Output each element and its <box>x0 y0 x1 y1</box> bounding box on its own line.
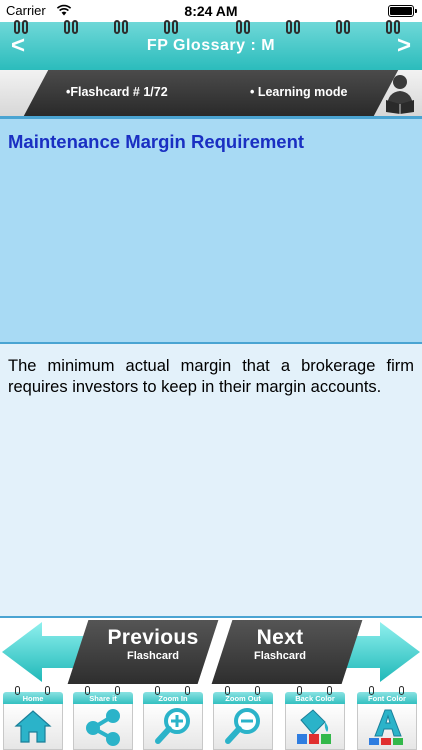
next-button-labels[interactable]: Next Flashcard <box>215 620 345 684</box>
next-sublabel: Flashcard <box>254 650 306 662</box>
zoom-out-label: Zoom Out <box>225 694 261 703</box>
spiral-ring <box>114 20 120 34</box>
zoom-in-icon <box>155 708 190 744</box>
flashcard-counter: •Flashcard # 1/72 <box>66 85 168 99</box>
font-color-label: Font Color <box>368 694 406 703</box>
flashcard-navigation: Previous Flashcard Next Flashcard <box>0 618 422 686</box>
definition-panel: The minimum actual margin that a brokera… <box>0 344 422 618</box>
learning-mode-label: • Learning mode <box>250 85 348 99</box>
reader-icon <box>386 75 414 114</box>
info-bar: •Flashcard # 1/72 • Learning mode <box>0 70 422 116</box>
definition-text: The minimum actual margin that a brokera… <box>8 357 414 396</box>
spiral-ring <box>72 20 78 34</box>
term-panel: Maintenance Margin Requirement <box>0 116 422 344</box>
share-icon <box>86 709 120 746</box>
zoom-in-label: Zoom In <box>158 694 188 703</box>
next-label: Next <box>256 626 304 649</box>
spiral-ring <box>344 20 350 34</box>
spiral-ring <box>244 20 250 34</box>
spiral-ring <box>64 20 70 34</box>
spiral-ring <box>336 20 342 34</box>
spiral-ring <box>294 20 300 34</box>
back-color-button[interactable]: Back Color <box>283 686 347 750</box>
zoom-out-icon <box>225 708 260 744</box>
home-label: Home <box>22 694 44 703</box>
notebook-spiral <box>0 20 422 36</box>
back-color-label: Back Color <box>295 694 335 703</box>
battery-icon <box>388 5 417 17</box>
zoom-out-button[interactable]: Zoom Out <box>211 686 275 750</box>
font-color-button[interactable]: Font Color <box>355 686 419 750</box>
forward-arrow-button[interactable]: > <box>390 32 418 60</box>
term-title: Maintenance Margin Requirement <box>8 131 305 152</box>
previous-label: Previous <box>107 626 199 649</box>
share-button[interactable]: Share it <box>71 686 135 750</box>
share-label: Share it <box>89 694 117 703</box>
bottom-toolbar: Home Share it Zoom In Zoom Out Back Colo… <box>0 686 422 750</box>
page-title: FP Glossary : M <box>146 37 276 54</box>
spiral-ring <box>172 20 178 34</box>
previous-sublabel: Flashcard <box>127 650 179 662</box>
previous-button-labels[interactable]: Previous Flashcard <box>88 620 218 684</box>
zoom-in-button[interactable]: Zoom In <box>141 686 205 750</box>
spiral-ring <box>122 20 128 34</box>
status-time: 8:24 AM <box>184 3 238 19</box>
paint-bucket-icon <box>297 709 331 744</box>
spiral-ring <box>286 20 292 34</box>
header-bar: < FP Glossary : M > <box>0 20 422 70</box>
spiral-ring <box>164 20 170 34</box>
home-button[interactable]: Home <box>1 686 65 750</box>
status-bar: Carrier 8:24 AM <box>0 0 422 22</box>
home-icon <box>14 710 52 743</box>
font-color-icon <box>369 709 403 745</box>
spiral-ring <box>236 20 242 34</box>
